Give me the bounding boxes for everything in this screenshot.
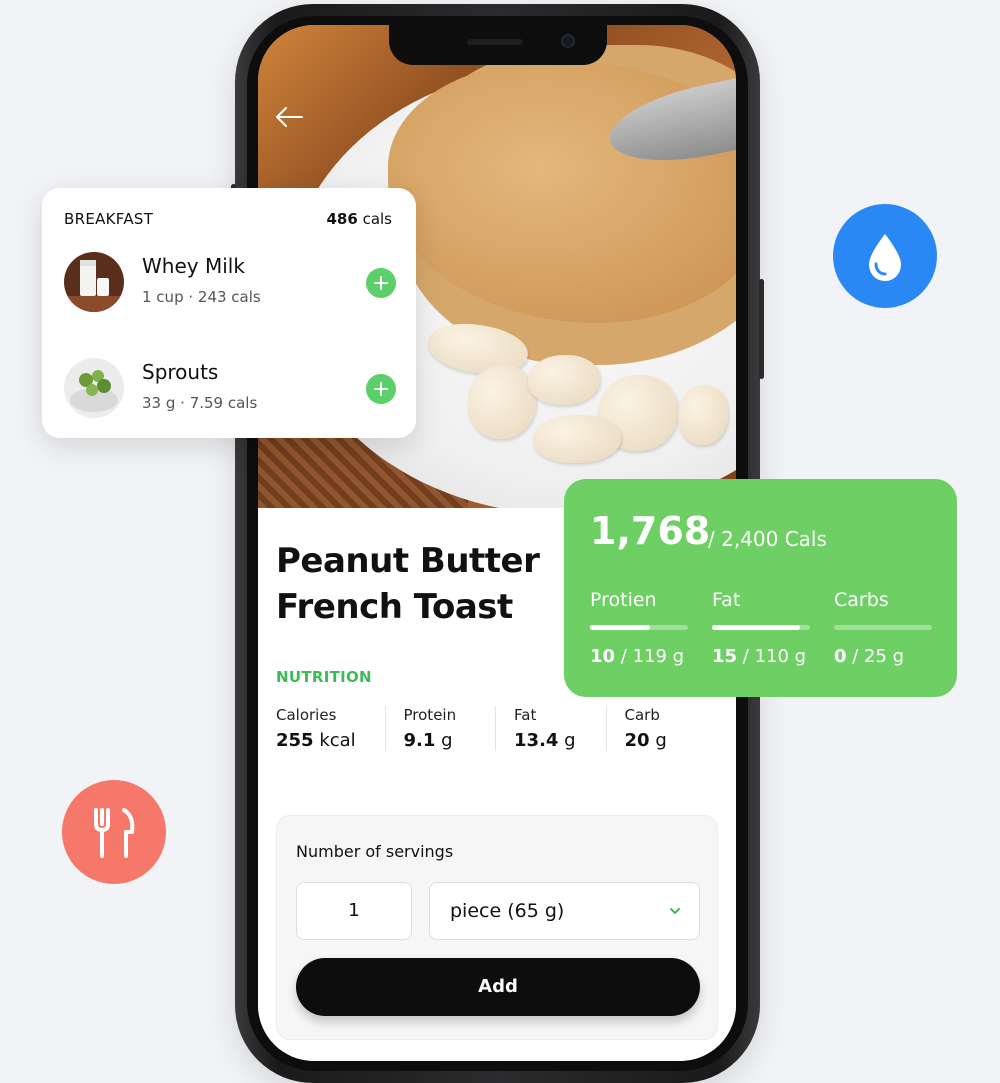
macro-progress-track	[834, 625, 932, 630]
breakfast-total-cals: 486 cals	[326, 210, 392, 228]
serving-unit-select[interactable]: piece (65 g)	[429, 882, 700, 940]
servings-panel: Number of servings 1 piece (65 g) Add	[276, 815, 718, 1040]
nutrition-fat: Fat 13.4 g	[495, 706, 606, 751]
water-tracker-badge[interactable]	[833, 204, 937, 308]
macro-fat: Fat 15 / 110 g	[712, 589, 812, 667]
calories-consumed: 1,768	[590, 509, 711, 553]
breakfast-card: BREAKFAST 486 cals Whey Milk 1 cup · 243…	[42, 188, 416, 438]
nutrition-heading: NUTRITION	[276, 668, 372, 686]
macro-value: 0 / 25 g	[834, 646, 905, 667]
plus-icon[interactable]	[366, 374, 396, 404]
macro-name: Carbs	[834, 589, 889, 611]
nutrition-grid: Calories 255 kcal Protein 9.1 g Fat 13.4…	[276, 706, 716, 751]
title-line-2: French Toast	[276, 587, 513, 627]
macro-name: Fat	[712, 589, 741, 611]
serving-unit-value: piece (65 g)	[450, 900, 565, 922]
plus-icon[interactable]	[366, 268, 396, 298]
meal-tracker-badge[interactable]	[62, 780, 166, 884]
servings-label: Number of servings	[296, 842, 454, 861]
food-item-sprouts[interactable]: Sprouts 33 g · 7.59 cals	[64, 358, 396, 420]
add-button[interactable]: Add	[296, 958, 700, 1016]
macro-value: 10 / 119 g	[590, 646, 685, 667]
front-camera	[561, 34, 575, 48]
macro-progress-fill	[712, 625, 801, 630]
calorie-summary-card: 1,768 / 2,400 Cals Protien 10 / 119 g Fa…	[564, 479, 957, 697]
nutrition-value: 20 g	[624, 730, 667, 751]
breakfast-heading: BREAKFAST	[64, 210, 154, 228]
back-arrow-icon[interactable]	[274, 105, 304, 129]
nutrition-label: Protein	[403, 706, 457, 724]
nutrition-label: Fat	[514, 706, 537, 724]
title-line-1: Peanut Butter	[276, 541, 540, 581]
page-title: Peanut Butter French Toast	[276, 538, 576, 630]
speaker	[467, 39, 523, 45]
macro-progress-fill	[590, 625, 650, 630]
nutrition-label: Carb	[624, 706, 660, 724]
notch	[389, 25, 607, 65]
nutrition-value: 13.4 g	[514, 730, 576, 751]
chevron-down-icon	[670, 908, 680, 914]
macro-value: 15 / 110 g	[712, 646, 807, 667]
nutrition-calories: Calories 255 kcal	[276, 706, 385, 751]
nutrition-protein: Protein 9.1 g	[384, 706, 496, 751]
macro-name: Protien	[590, 589, 657, 611]
food-name: Sprouts	[142, 360, 219, 384]
macro-progress-track	[590, 625, 688, 630]
servings-quantity-input[interactable]: 1	[296, 882, 412, 940]
food-thumbnail	[64, 358, 124, 418]
nutrition-value: 9.1 g	[403, 730, 453, 751]
fork-knife-icon	[94, 808, 135, 858]
food-meta: 1 cup · 243 cals	[142, 288, 261, 306]
nutrition-carb: Carb 20 g	[605, 706, 717, 751]
calories-goal: / 2,400 Cals	[708, 527, 827, 551]
food-name: Whey Milk	[142, 254, 245, 278]
food-thumbnail	[64, 252, 124, 312]
power-button	[759, 279, 764, 379]
macro-carbs: Carbs 0 / 25 g	[834, 589, 934, 667]
nutrition-label: Calories	[276, 706, 337, 724]
macro-protein: Protien 10 / 119 g	[590, 589, 690, 667]
food-item-whey-milk[interactable]: Whey Milk 1 cup · 243 cals	[64, 252, 396, 314]
nutrition-value: 255 kcal	[276, 730, 356, 751]
water-drop-icon	[869, 234, 901, 281]
food-meta: 33 g · 7.59 cals	[142, 394, 258, 412]
macro-progress-track	[712, 625, 810, 630]
